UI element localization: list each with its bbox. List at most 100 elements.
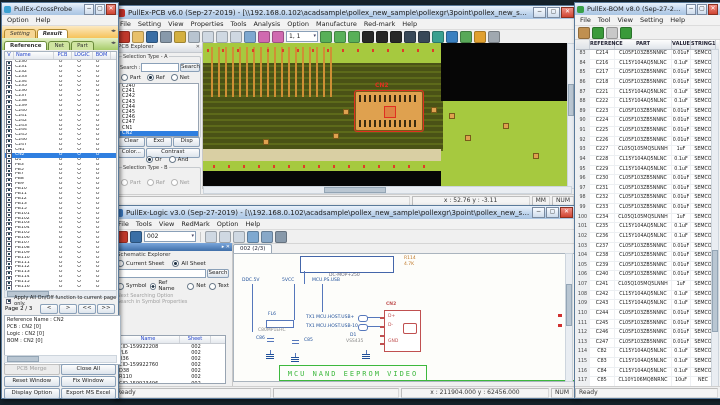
tab-scroll-icons[interactable]: ◂▸ [111,40,116,46]
table-row[interactable]: 93 C227 CL05Q105MQ5LNNH 1uF SEMCO [576,146,719,156]
view-icon[interactable] [606,26,618,39]
sheet-radio-current-sheet[interactable]: Current Sheet [117,260,164,267]
checkbox-icon[interactable] [6,275,12,281]
table-row[interactable]: 108 C242 CL15Y104AQ5NLNC 0.1uF SEMCO [576,290,719,301]
table-row[interactable]: 87 C221 CL15Y104AQ5NLNC 0.1uF SEMCO [576,88,719,99]
checkbox-icon[interactable] [6,114,12,119]
table-row[interactable]: 91 C225 CL05F103ZB5NNNC 0.01uF SEMCO [576,127,719,137]
minimize-button[interactable]: − [533,7,546,18]
checkbox-icon[interactable] [6,168,12,173]
redline-icon[interactable] [174,30,186,43]
table-row[interactable]: 104 C238 CL05F103ZB5NNNC 0.01uF SEMCO [576,252,719,262]
table-row[interactable]: 105 C239 CL05F103ZB5NNNC 0.01uF SEMCO [576,261,719,272]
menu-item-help[interactable]: Help [402,20,417,28]
minimize-button[interactable]: − [84,3,94,15]
maximize-button[interactable]: ▢ [547,7,560,18]
disp-button[interactable]: Disp [173,137,200,147]
board-both-icon[interactable] [348,30,360,43]
crossprobe-titlebar[interactable]: PullEx-CrossProbe − ▢ ✕ [2,3,118,15]
board-top-icon[interactable] [320,30,332,43]
checkbox-icon[interactable] [6,148,12,153]
checkbox-icon[interactable] [6,256,12,261]
checkbox-icon[interactable] [6,192,12,197]
checkbox-icon[interactable] [6,236,12,241]
zoom-full-icon[interactable] [247,230,259,243]
checkbox-icon[interactable] [6,163,12,168]
menu-item-setting[interactable]: Setting [640,16,663,24]
table-row[interactable]: 92 C226 CL05F103ZB5NNNC 0.01uF SEMCO [576,136,719,147]
menu-item-option[interactable]: Option [7,16,29,24]
checkbox-icon[interactable] [6,153,12,158]
menu-item-properties[interactable]: Properties [191,20,224,28]
menu-item-option[interactable]: Option [217,220,239,228]
combine-radio-or[interactable]: Or [146,156,162,163]
select-icon[interactable] [188,30,200,43]
checkbox-icon[interactable] [6,207,12,212]
tab-scroll-icons[interactable]: ◂▸ [111,28,116,34]
bom-titlebar[interactable]: PullEx-BOM v8.0 (Sep-27-2019) − ▢ ✕ [575,3,720,15]
close-button[interactable]: ✕ [708,3,718,15]
zoom-window-icon[interactable] [230,30,242,43]
pager--[interactable]: < [40,304,58,314]
table-row[interactable]: 83 C214 CL05F103ZB5NNNC 0.01uF SEMCO [576,50,719,60]
table-row[interactable]: 106 C240 CL05F103ZB5NNNC 0.01uF SEMCO [576,271,719,281]
find-radio-text[interactable]: Text [208,280,229,292]
list-item[interactable]: CN2 [120,130,198,136]
checkbox-icon[interactable] [6,65,12,70]
checkbox-icon[interactable] [6,212,12,217]
measure-icon[interactable] [474,30,486,43]
checkbox-icon[interactable] [6,270,12,276]
exit-icon[interactable] [578,26,590,39]
display-option-button[interactable]: Display Option [4,388,60,399]
checkbox-icon[interactable] [6,143,12,149]
menu-item-red-mark[interactable]: Red-mark [364,20,395,28]
fit-screen-icon[interactable] [244,30,256,43]
export-excel-icon[interactable] [592,26,604,39]
pcb-canvas[interactable]: CN2 [203,43,570,187]
zoom-out-icon[interactable] [219,230,231,243]
menu-item-redmark[interactable]: RedMark [181,220,209,228]
table-row[interactable]: 96 C230 CL05F103ZB5NNNC 0.01uF SEMCO [576,175,719,185]
checkbox-icon[interactable] [6,231,12,237]
reset-window-button[interactable]: Reset Window [4,376,60,387]
menu-item-tools[interactable]: Tools [230,20,246,28]
close-button[interactable]: ✕ [106,3,116,15]
capture-icon[interactable] [488,30,500,43]
checkbox-icon[interactable] [6,221,12,227]
table-row[interactable]: 85 C217 CL05F103ZB5NNNC 0.01uF SEMCO [576,69,719,79]
table-row[interactable]: 84 C216 CL15Y104AQ5NLNC 0.1uF SEMCO [576,59,719,70]
chip-bottom-icon[interactable] [376,30,388,43]
table-row[interactable]: 97 C231 CL05F103ZB5NNNC 0.01uF SEMCO [576,184,719,195]
minimize-button[interactable]: − [532,207,545,218]
chip-top-icon[interactable] [362,30,374,43]
checkbox-icon[interactable] [6,241,12,246]
link-icon[interactable] [118,30,130,43]
table-row[interactable]: 112 C246 CL05F103ZB5NNNC 0.01uF SEMCO [576,329,719,339]
crossprobe-table-header[interactable]: V Name PCB LOGIC BOM [5,52,116,60]
menu-item-view[interactable]: View [168,20,183,28]
checkbox-icon[interactable] [6,217,12,222]
menu-item-help[interactable]: Help [36,16,51,24]
table-row[interactable]: 115 C83 CL15Y104AQ5NLNC 0.1uF SEMCO [576,358,719,368]
schematic-result-list[interactable]: Name Sheet CID-159922208 002 FL6 002 R36 002 CID… [116,335,226,384]
checkbox-icon[interactable] [6,80,12,85]
menu-item-analysis[interactable]: Analysis [253,20,280,28]
layer-top-icon[interactable] [258,30,270,43]
checkbox-icon[interactable] [6,94,12,100]
schematic-search-input[interactable] [117,269,206,278]
net-view-icon[interactable] [432,30,444,43]
checkbox-icon[interactable] [6,158,12,163]
checkbox-icon[interactable] [6,84,12,90]
checkbox-icon[interactable] [6,197,12,202]
via-view-icon[interactable] [446,30,458,43]
menu-item-view[interactable]: View [618,16,633,24]
table-row[interactable]: 95 C229 CL15Y104AQ5NLNC 0.1uF SEMCO [576,165,719,176]
clear-button[interactable]: Clear [118,137,145,147]
maximize-button[interactable]: ▢ [546,207,559,218]
sheet-radio-all-sheet[interactable]: All Sheet [172,260,206,267]
table-row[interactable]: 110 C244 CL05F103ZB5NNNC 0.01uF SEMCO [576,309,719,320]
chip-inner2-icon[interactable] [404,30,416,43]
zoom-window-icon[interactable] [233,230,245,243]
tab-setting[interactable]: Setting [4,29,36,38]
menu-item-file[interactable]: File [120,20,131,28]
